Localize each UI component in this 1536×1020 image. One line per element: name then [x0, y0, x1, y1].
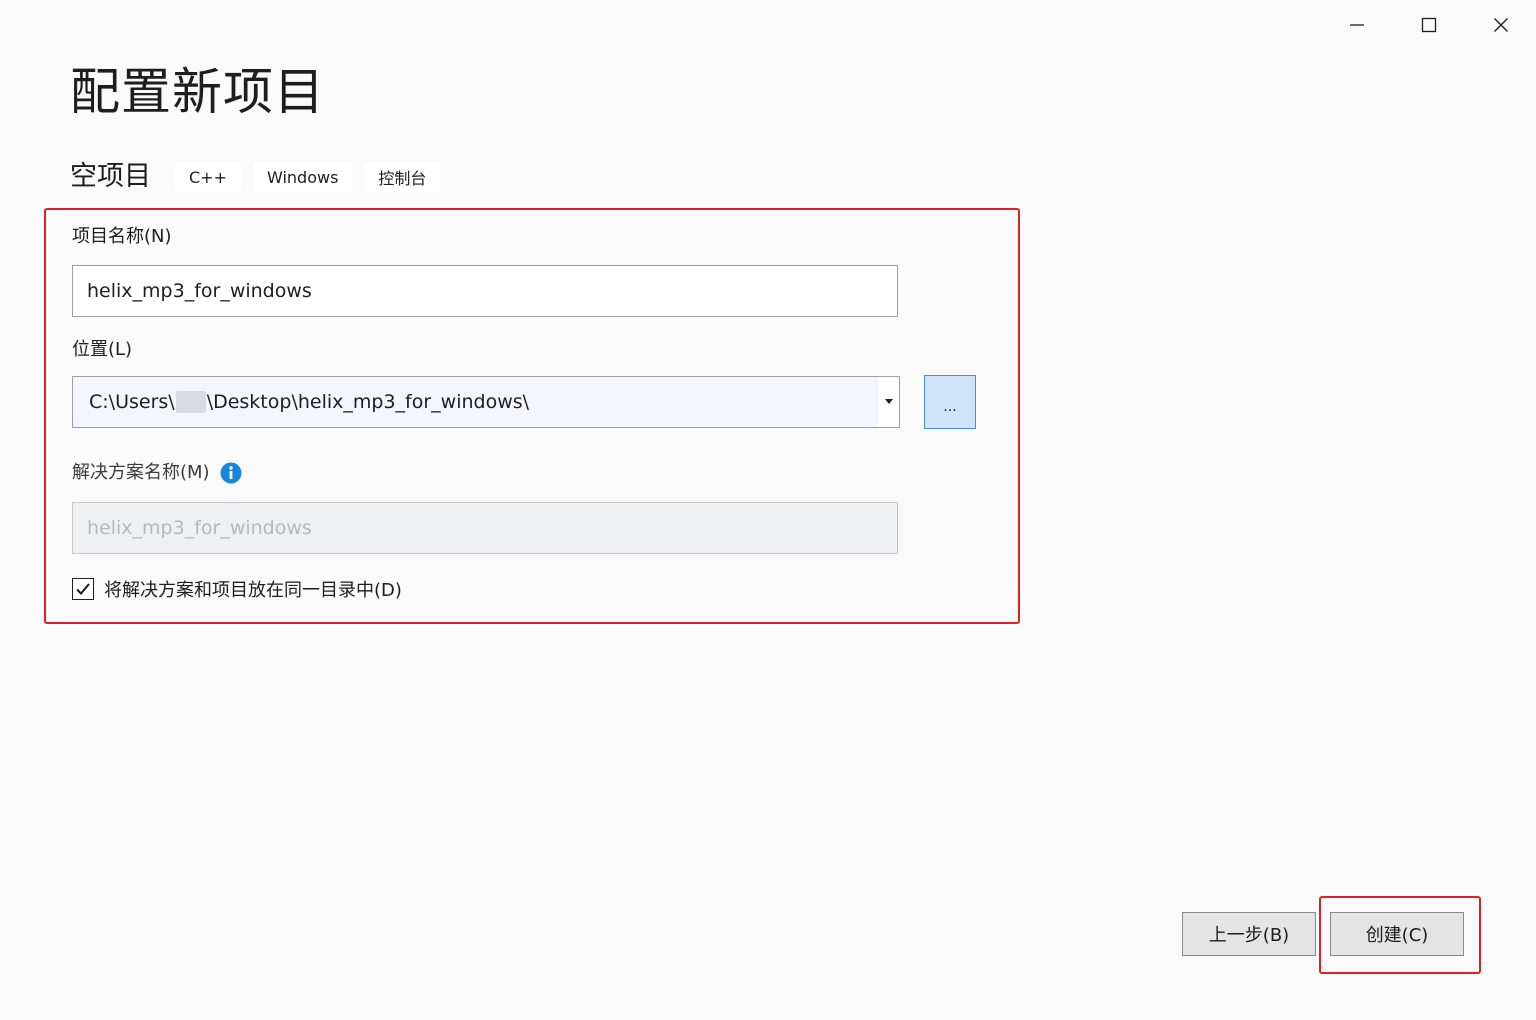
location-label: 位置(L): [72, 339, 133, 360]
close-icon: [1494, 18, 1508, 32]
maximize-button[interactable]: [1407, 8, 1451, 42]
maximize-icon: [1421, 17, 1437, 33]
redacted-username: [175, 391, 206, 413]
configure-project-window: 配置新项目 空项目 C++ Windows 控制台 项目名称(N) helix_…: [0, 0, 1536, 1020]
template-summary: 空项目 C++ Windows 控制台: [70, 157, 452, 197]
template-name: 空项目: [70, 161, 151, 192]
location-prefix: C:\Users\: [89, 391, 175, 413]
close-button[interactable]: [1479, 8, 1523, 42]
create-button[interactable]: 创建(C): [1330, 912, 1464, 956]
solution-name-input[interactable]: helix_mp3_for_windows: [72, 502, 898, 554]
tag-windows: Windows: [252, 162, 353, 192]
browse-button[interactable]: ...: [924, 375, 976, 429]
same-directory-option[interactable]: 将解决方案和项目放在同一目录中(D): [72, 576, 402, 602]
project-name-input[interactable]: helix_mp3_for_windows: [72, 265, 898, 317]
back-button[interactable]: 上一步(B): [1182, 912, 1316, 956]
tag-cpp: C++: [175, 162, 241, 192]
location-suffix: \Desktop\helix_mp3_for_windows\: [206, 391, 530, 413]
tag-console: 控制台: [364, 162, 441, 192]
location-combobox[interactable]: C:\Users\ \Desktop\helix_mp3_for_windows…: [72, 376, 900, 428]
checkmark-icon: [76, 583, 90, 595]
info-icon[interactable]: [220, 462, 242, 484]
same-directory-checkbox[interactable]: [72, 578, 94, 600]
project-name-label: 项目名称(N): [72, 226, 172, 247]
solution-name-label: 解决方案名称(M): [72, 462, 210, 483]
minimize-button[interactable]: [1335, 8, 1379, 42]
page-title: 配置新项目: [70, 63, 325, 121]
location-value[interactable]: C:\Users\ \Desktop\helix_mp3_for_windows…: [73, 377, 878, 427]
same-directory-label: 将解决方案和项目放在同一目录中(D): [104, 580, 402, 601]
minimize-icon: [1350, 24, 1364, 26]
location-dropdown-button[interactable]: [878, 377, 899, 427]
chevron-down-icon: [885, 399, 893, 404]
